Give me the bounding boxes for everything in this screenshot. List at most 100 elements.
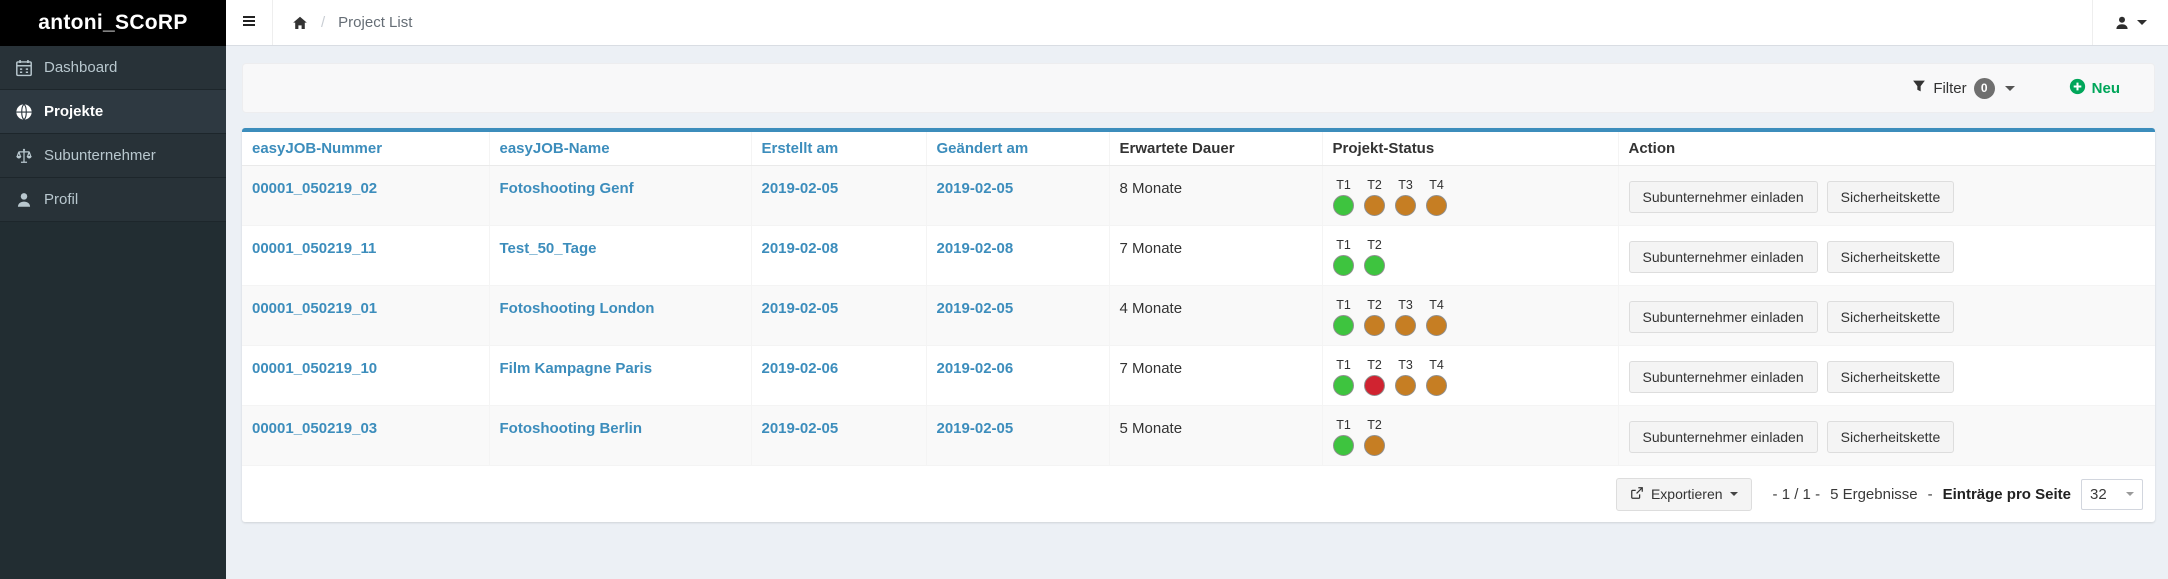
- table-header-row: easyJOB-Nummer easyJOB-Name Erstellt am Geä…: [242, 132, 2155, 166]
- security-chain-button[interactable]: Sicherheitskette: [1826, 241, 1955, 273]
- modified-date-link[interactable]: 2019-02-06: [937, 360, 1014, 377]
- cell-projekt-status: T1 T2: [1322, 405, 1619, 466]
- home-icon[interactable]: [292, 15, 308, 31]
- status-label: T1: [1336, 298, 1351, 312]
- created-date-link[interactable]: 2019-02-05: [762, 180, 839, 197]
- app-logo[interactable]: antoni_SCoRP: [0, 0, 226, 46]
- column-header-ge-ndert-am[interactable]: Geändert am: [926, 132, 1110, 166]
- project-number-link[interactable]: 00001_050219_03: [252, 420, 377, 437]
- invite-subcontractor-button[interactable]: Subunternehmer einladen: [1628, 301, 1818, 333]
- caret-down-icon: [2137, 20, 2147, 25]
- project-number-link[interactable]: 00001_050219_10: [252, 360, 377, 377]
- cell-easyjob-name: Film Kampagne Paris: [489, 345, 752, 406]
- cell-easyjob-nummer: 00001_050219_01: [242, 285, 490, 346]
- status-dot-orange: [1395, 315, 1416, 336]
- sidebar-toggle-button[interactable]: [226, 0, 273, 45]
- sidebar-item-profil[interactable]: Profil: [0, 178, 226, 222]
- security-chain-button[interactable]: Sicherheitskette: [1826, 181, 1955, 213]
- balance-scale-icon: [15, 147, 33, 165]
- created-date-link[interactable]: 2019-02-05: [762, 420, 839, 437]
- sidebar-item-dashboard[interactable]: Dashboard: [0, 46, 226, 90]
- cell-erwartete-dauer: 7 Monate: [1109, 225, 1323, 286]
- export-button[interactable]: Exportieren: [1615, 477, 1752, 511]
- status-dot-orange: [1426, 375, 1447, 396]
- sidebar-item-label: Profil: [44, 191, 79, 208]
- project-number-link[interactable]: 00001_050219_02: [252, 180, 377, 197]
- column-header-erstellt-am[interactable]: Erstellt am: [751, 132, 927, 166]
- project-name-link[interactable]: Fotoshooting London: [500, 300, 655, 317]
- new-button[interactable]: Neu: [2069, 78, 2120, 99]
- project-name-link[interactable]: Fotoshooting Berlin: [500, 420, 642, 437]
- project-name-link[interactable]: Film Kampagne Paris: [500, 360, 653, 377]
- project-name-link[interactable]: Test_50_Tage: [500, 240, 597, 257]
- created-date-link[interactable]: 2019-02-05: [762, 300, 839, 317]
- status-indicator-t1: T1: [1333, 358, 1355, 396]
- column-header-easyjob-nummer[interactable]: easyJOB-Nummer: [242, 132, 490, 166]
- status-label: T3: [1398, 298, 1413, 312]
- status-label: T3: [1398, 358, 1413, 372]
- invite-subcontractor-button[interactable]: Subunternehmer einladen: [1628, 421, 1818, 453]
- security-chain-button[interactable]: Sicherheitskette: [1826, 301, 1955, 333]
- created-date-link[interactable]: 2019-02-06: [762, 360, 839, 377]
- cell-erwartete-dauer: 5 Monate: [1109, 405, 1323, 466]
- project-number-link[interactable]: 00001_050219_01: [252, 300, 377, 317]
- cell-erstellt-am: 2019-02-05: [751, 285, 927, 346]
- invite-subcontractor-button[interactable]: Subunternehmer einladen: [1628, 361, 1818, 393]
- modified-date-link[interactable]: 2019-02-05: [937, 180, 1014, 197]
- modified-date-link[interactable]: 2019-02-05: [937, 420, 1014, 437]
- footer-dash: -: [1927, 485, 1933, 503]
- status-dot-orange: [1364, 435, 1385, 456]
- sidebar-item-label: Subunternehmer: [44, 147, 156, 164]
- status-label: T1: [1336, 358, 1351, 372]
- created-date-link[interactable]: 2019-02-08: [762, 240, 839, 257]
- column-header-projekt-status: Projekt-Status: [1322, 132, 1619, 166]
- project-name-link[interactable]: Fotoshooting Genf: [500, 180, 634, 197]
- globe-icon: [15, 103, 33, 121]
- invite-subcontractor-button[interactable]: Subunternehmer einladen: [1628, 181, 1818, 213]
- security-chain-button[interactable]: Sicherheitskette: [1826, 361, 1955, 393]
- user-menu[interactable]: [2092, 0, 2168, 45]
- calendar-icon: [15, 59, 33, 77]
- status-dot-green: [1333, 375, 1354, 396]
- status-label: T4: [1429, 358, 1444, 372]
- status-indicator-group: T1 T2 T3 T4: [1333, 178, 1608, 216]
- cell-action: Subunternehmer einladen Sicherheitskette: [1618, 345, 2155, 406]
- per-page-select[interactable]: 32: [2081, 478, 2143, 510]
- status-indicator-t2: T2: [1364, 358, 1386, 396]
- cell-geaendert-am: 2019-02-05: [926, 285, 1110, 346]
- security-chain-button[interactable]: Sicherheitskette: [1826, 421, 1955, 453]
- column-header-erwartete-dauer: Erwartete Dauer: [1109, 132, 1323, 166]
- content-area: Filter 0 Neu easyJOB-Nummer easyJOB-Name…: [226, 46, 2168, 579]
- filter-dropdown[interactable]: Filter 0: [1912, 77, 2015, 99]
- app-window: antoni_SCoRP Dashboard Projekte Subunterne…: [0, 0, 2168, 579]
- status-label: T1: [1336, 178, 1351, 192]
- cell-easyjob-nummer: 00001_050219_02: [242, 165, 490, 226]
- cell-erwartete-dauer: 4 Monate: [1109, 285, 1323, 346]
- modified-date-link[interactable]: 2019-02-08: [937, 240, 1014, 257]
- cell-easyjob-name: Fotoshooting Berlin: [489, 405, 752, 466]
- invite-subcontractor-button[interactable]: Subunternehmer einladen: [1628, 241, 1818, 273]
- sidebar-item-subunternehmer[interactable]: Subunternehmer: [0, 134, 226, 178]
- status-indicator-t3: T3: [1395, 298, 1417, 336]
- status-dot-green: [1333, 435, 1354, 456]
- table-row: 00001_050219_10 Film Kampagne Paris 2019-0…: [242, 345, 2155, 406]
- status-dot-green: [1364, 255, 1385, 276]
- user-icon: [15, 191, 33, 209]
- status-label: T1: [1336, 238, 1351, 252]
- caret-down-icon: [2004, 85, 2015, 91]
- export-icon: [1630, 486, 1644, 503]
- status-dot-green: [1333, 315, 1354, 336]
- sidebar-item-label: Projekte: [44, 103, 104, 120]
- status-dot-orange: [1364, 315, 1385, 336]
- status-indicator-t1: T1: [1333, 238, 1355, 276]
- status-dot-green: [1333, 255, 1354, 276]
- column-header-easyjob-name[interactable]: easyJOB-Name: [489, 132, 752, 166]
- sidebar-item-projekte[interactable]: Projekte: [0, 90, 226, 134]
- project-number-link[interactable]: 00001_050219_11: [252, 240, 376, 257]
- status-indicator-group: T1 T2 T3 T4: [1333, 358, 1608, 396]
- modified-date-link[interactable]: 2019-02-05: [937, 300, 1014, 317]
- cell-erstellt-am: 2019-02-05: [751, 405, 927, 466]
- status-indicator-group: T1 T2 T3 T4: [1333, 298, 1608, 336]
- caret-down-icon: [2126, 492, 2134, 496]
- status-label: T2: [1367, 358, 1382, 372]
